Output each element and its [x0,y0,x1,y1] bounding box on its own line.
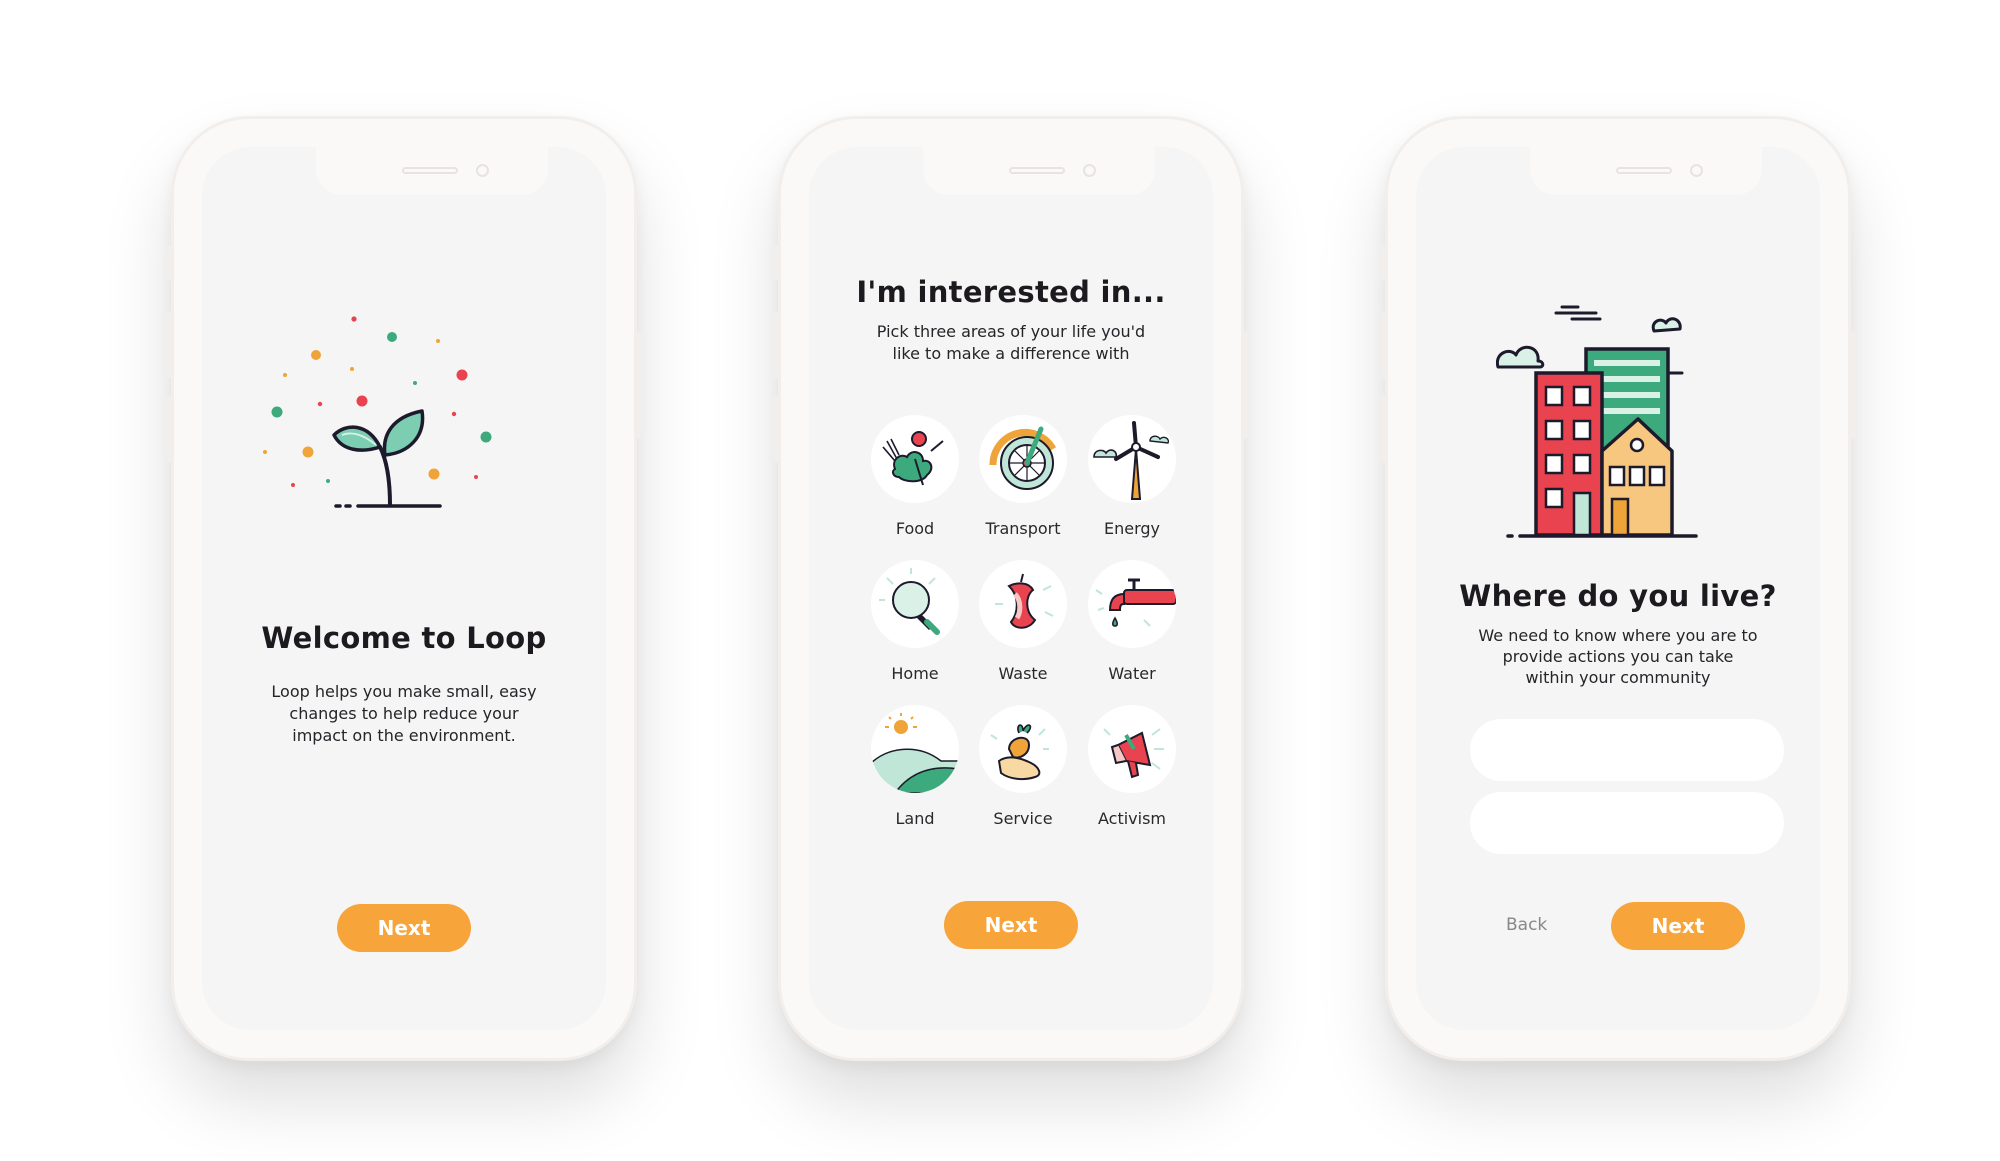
page-title: Welcome to Loop [261,621,547,655]
water-tap-icon [1095,578,1176,627]
category-waste[interactable]: Waste [968,560,1078,683]
category-food[interactable]: Food [860,415,970,538]
landscape-icon [871,713,959,793]
location-input-2[interactable] [1470,792,1784,854]
food-icon [882,431,944,486]
helping-hand-icon [990,724,1049,781]
sprout-illustration [263,316,492,508]
category-home[interactable]: Home [860,560,970,683]
bicycle-wheel-icon [989,426,1057,490]
screen-interests: I'm interested in... Pick three areas of… [809,147,1213,1030]
phone-welcome: Welcome to Loop Loop helps you make smal… [166,116,642,1061]
next-button[interactable]: Next [944,901,1078,949]
back-button[interactable]: Back [1506,915,1547,935]
phone-location: Where do you live? We need to know where… [1380,116,1856,1061]
location-input-1[interactable] [1470,719,1784,781]
next-button[interactable]: Next [1611,902,1745,950]
page-subtitle: Pick three areas of your life you'd like… [876,322,1146,363]
megaphone-icon [1103,728,1164,779]
category-energy[interactable]: Energy [1077,415,1187,538]
phone-interests: I'm interested in... Pick three areas of… [773,116,1249,1061]
city-buildings-illustration [1496,305,1698,538]
phone-notch [923,147,1155,195]
apple-core-icon [995,573,1054,629]
screen-welcome: Welcome to Loop Loop helps you make smal… [202,147,606,1030]
screen-location: Where do you live? We need to know where… [1416,147,1820,1030]
phone-notch [316,147,548,195]
category-activism[interactable]: Activism [1077,705,1187,828]
category-service[interactable]: Service [968,705,1078,828]
location-explanation: We need to know where you are to provide… [1478,626,1758,687]
lightbulb-icon [879,568,940,635]
next-button[interactable]: Next [337,904,471,952]
page-title: I'm interested in... [856,275,1166,309]
category-land[interactable]: Land [860,705,970,828]
phone-notch [1530,147,1762,195]
wind-turbine-icon [1093,421,1170,500]
intro-text: Loop helps you make small, easy changes … [271,682,537,745]
page-title: Where do you live? [1459,579,1777,613]
category-water[interactable]: Water [1077,560,1187,683]
category-transport[interactable]: Transport [968,415,1078,538]
